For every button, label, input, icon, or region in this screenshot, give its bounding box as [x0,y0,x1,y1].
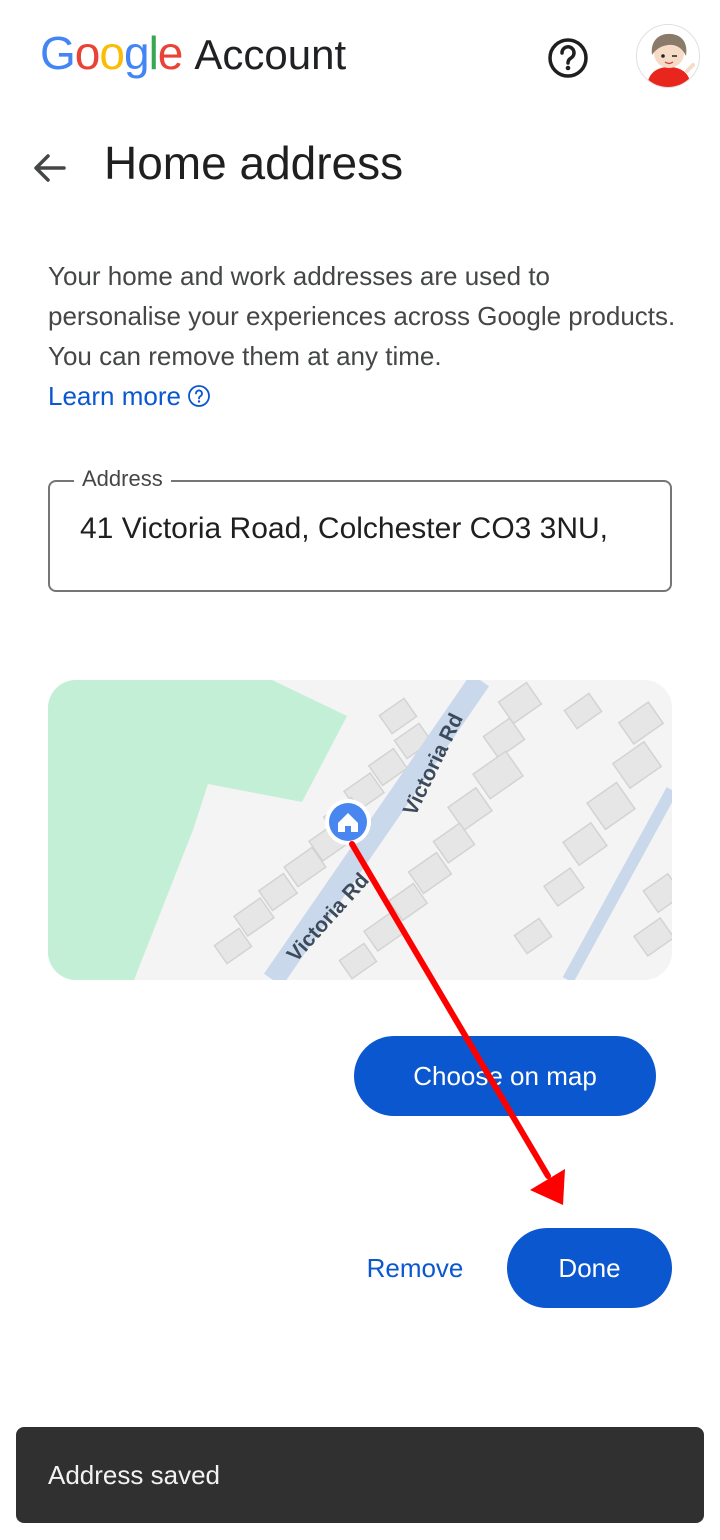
google-wordmark: Google [40,26,184,80]
home-pin-icon [325,799,371,845]
address-map-preview[interactable]: Victoria Rd Victoria Rd [48,680,672,980]
choose-on-map-button[interactable]: Choose on map [354,1036,656,1116]
back-button[interactable] [28,146,72,190]
google-account-logo[interactable]: Google Account [40,26,346,86]
done-button[interactable]: Done [507,1228,672,1308]
page-title: Home address [104,137,404,189]
logo-letter: g [123,27,150,79]
description-text: Your home and work addresses are used to… [48,261,676,371]
logo-letter: o [99,27,125,79]
logo-letter: G [40,27,76,79]
address-input[interactable]: 41 Victoria Road, Colchester CO3 3NU, [80,512,640,546]
account-label: Account [194,31,347,78]
remove-button[interactable]: Remove [346,1228,484,1308]
learn-more-label: Learn more [48,381,181,411]
logo-letter: e [157,27,184,79]
help-circle-icon [548,38,588,78]
snackbar: Address saved [16,1427,704,1523]
user-avatar[interactable] [636,24,700,88]
map-canvas: Victoria Rd Victoria Rd [48,680,672,980]
snackbar-message: Address saved [48,1459,220,1490]
help-circle-icon [188,385,210,407]
logo-letter: o [74,27,101,79]
arrow-back-icon [34,154,66,182]
logo-letter: l [148,27,159,79]
avatar-illustration-icon [637,25,699,87]
help-button[interactable] [546,36,590,80]
learn-more-link[interactable]: Learn more [48,376,211,416]
address-field[interactable]: Address 41 Victoria Road, Colchester CO3… [48,466,672,592]
app-header: Google Account [0,0,720,112]
address-field-label: Address [74,466,171,492]
